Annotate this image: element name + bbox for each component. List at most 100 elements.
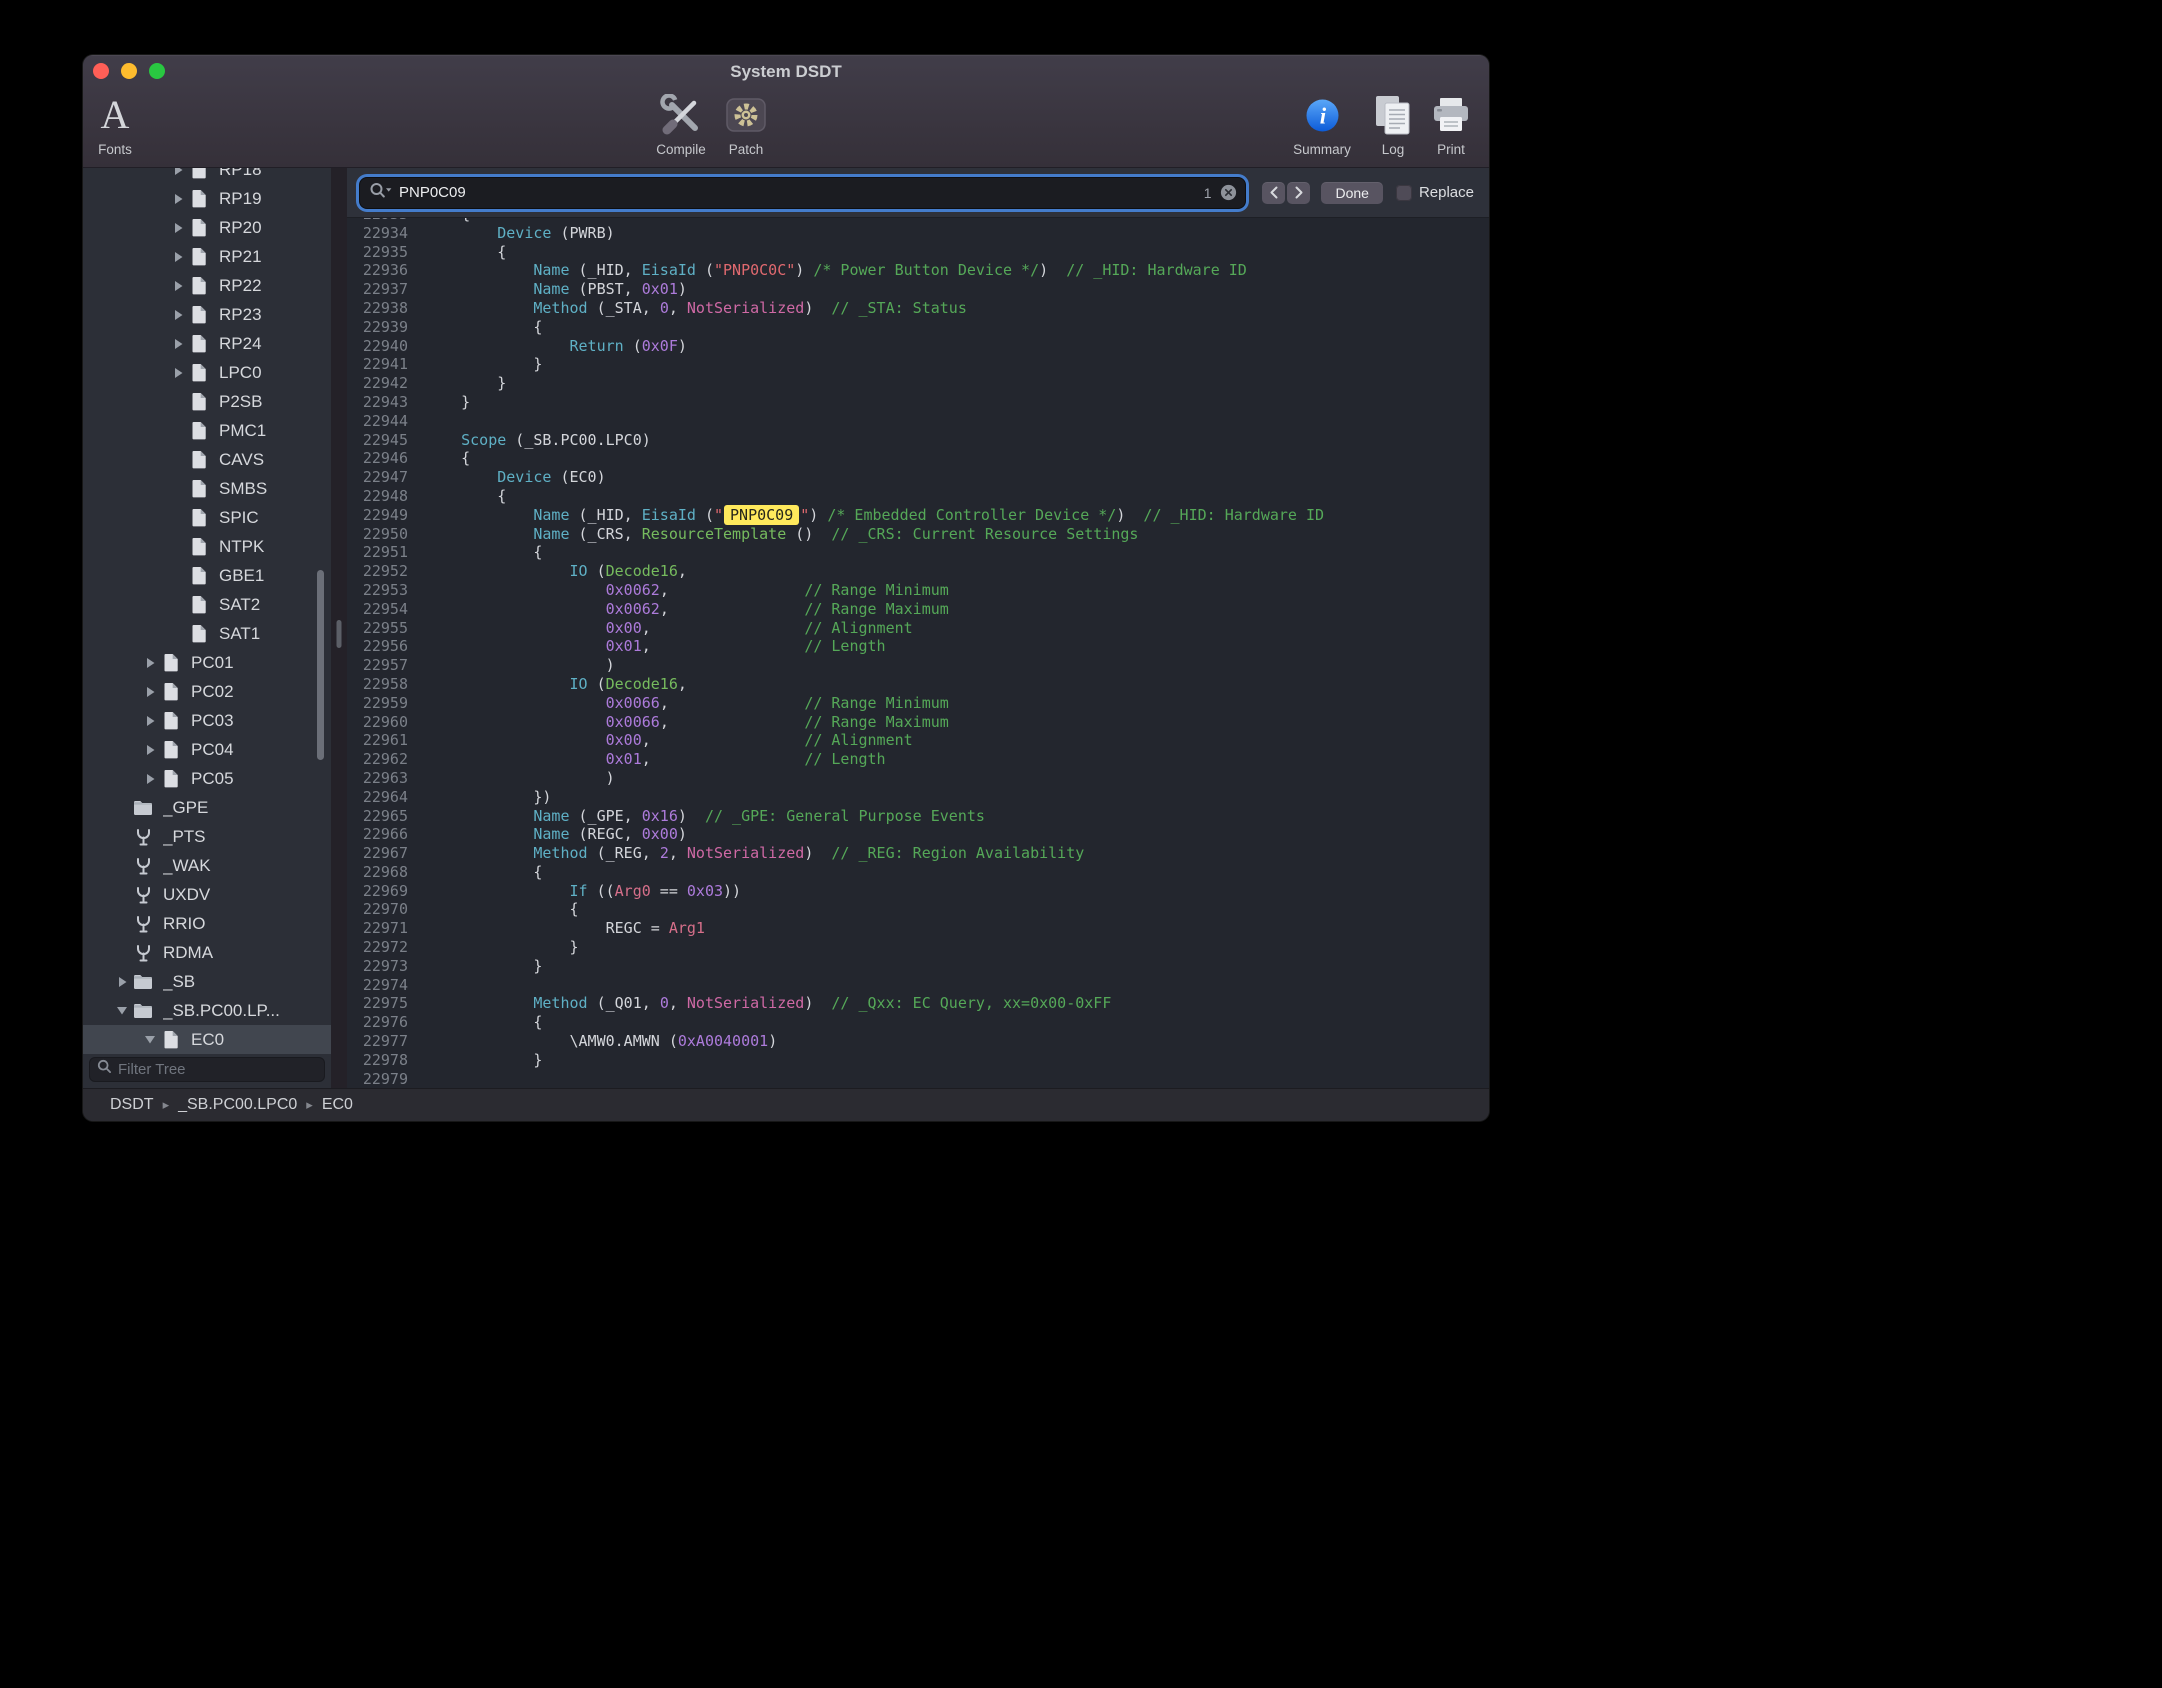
code-text: Name (_HID, EisaId ("PNP0C0C") /* Power …	[425, 261, 1247, 280]
document-icon	[188, 392, 210, 411]
splitter-grip-icon[interactable]	[337, 620, 342, 648]
main-content: RP18RP19RP20 RP21 RP22RP23RP24 LPC0 P2SBPMC1…	[83, 168, 1489, 1088]
tree-item-spic[interactable]: SPIC	[83, 503, 331, 532]
code-line: 22968 {	[347, 863, 1489, 882]
tree-item-uxdv[interactable]: UXDV	[83, 880, 331, 909]
breadcrumb-item[interactable]: DSDT	[110, 1096, 154, 1114]
disclosure-down-icon[interactable]	[112, 1006, 132, 1015]
clear-search-button[interactable]	[1220, 184, 1237, 201]
tree-item-pc02[interactable]: PC02	[83, 677, 331, 706]
tree-item-rp21[interactable]: RP21	[83, 242, 331, 271]
breadcrumb-item[interactable]: EC0	[322, 1096, 353, 1114]
disclosure-right-icon[interactable]	[140, 687, 160, 697]
minimize-button[interactable]	[121, 63, 137, 79]
code-text: {	[425, 900, 579, 919]
tree-item-rp24[interactable]: RP24	[83, 329, 331, 358]
code-text: Name (REGC, 0x00)	[425, 825, 687, 844]
tree-item-pmc1[interactable]: PMC1	[83, 416, 331, 445]
tree-item-smbs[interactable]: SMBS	[83, 474, 331, 503]
disclosure-right-icon[interactable]	[168, 194, 188, 204]
code-text: {	[425, 318, 542, 337]
disclosure-right-icon[interactable]	[168, 339, 188, 349]
search-input[interactable]	[399, 184, 1196, 201]
disclosure-right-icon[interactable]	[168, 168, 188, 175]
line-number: 22937	[347, 280, 408, 299]
close-button[interactable]	[93, 63, 109, 79]
app-window: System DSDT A Fonts Compile	[83, 55, 1489, 1121]
code-line: 22947 Device (EC0)	[347, 468, 1489, 487]
code-line: 22978 }	[347, 1051, 1489, 1070]
tree-item-gbe1[interactable]: GBE1	[83, 561, 331, 590]
tree-item-ec0[interactable]: EC0	[83, 1025, 331, 1054]
code-text: )	[425, 656, 615, 675]
tree-item-cavs[interactable]: CAVS	[83, 445, 331, 474]
tree-item-rp18[interactable]: RP18	[83, 168, 331, 184]
print-button[interactable]: Print	[1403, 89, 1489, 157]
tree-item-rrio[interactable]: RRIO	[83, 909, 331, 938]
document-icon	[188, 218, 210, 237]
fonts-button[interactable]: A Fonts	[83, 89, 163, 157]
tree-item-wak[interactable]: _WAK	[83, 851, 331, 880]
disclosure-right-icon[interactable]	[140, 658, 160, 668]
tree-item-label: RP21	[219, 247, 266, 267]
code-editor[interactable]: 22933 {22934 Device (PWRB)22935 {22936 N…	[347, 218, 1489, 1088]
code-line: 22946 {	[347, 449, 1489, 468]
tree-item-rp23[interactable]: RP23	[83, 300, 331, 329]
disclosure-right-icon[interactable]	[140, 774, 160, 784]
tree-item-lpc0[interactable]: LPC0	[83, 358, 331, 387]
titlebar[interactable]: System DSDT	[83, 55, 1489, 89]
tree-item-rp19[interactable]: RP19	[83, 184, 331, 213]
tree-item-gpe[interactable]: _GPE	[83, 793, 331, 822]
code-text: }	[425, 938, 579, 957]
search-field[interactable]: 1	[360, 178, 1245, 208]
tree-item-sat1[interactable]: SAT1	[83, 619, 331, 648]
line-number: 22958	[347, 675, 408, 694]
tree-item-pc01[interactable]: PC01	[83, 648, 331, 677]
line-number: 22947	[347, 468, 408, 487]
code-line: 22972 }	[347, 938, 1489, 957]
tree-item-p2sb[interactable]: P2SB	[83, 387, 331, 416]
line-number: 22953	[347, 581, 408, 600]
pane-splitter[interactable]	[331, 168, 347, 1088]
filter-field[interactable]	[89, 1057, 325, 1082]
code-line: 22975 Method (_Q01, 0, NotSerialized) //…	[347, 994, 1489, 1013]
disclosure-right-icon[interactable]	[168, 252, 188, 262]
tree-item-sb-pc00-lp[interactable]: _SB.PC00.LP...	[83, 996, 331, 1025]
next-match-button[interactable]	[1287, 182, 1310, 204]
code-line: 22936 Name (_HID, EisaId ("PNP0C0C") /* …	[347, 261, 1489, 280]
tree-item-sb[interactable]: _SB	[83, 967, 331, 996]
tree-item-pts[interactable]: _PTS	[83, 822, 331, 851]
zoom-button[interactable]	[149, 63, 165, 79]
tree-item-label: LPC0	[219, 363, 266, 383]
previous-match-button[interactable]	[1262, 182, 1285, 204]
code-text: Device (EC0)	[425, 468, 606, 487]
tree-item-label: PC04	[191, 740, 238, 760]
tree-item-ntpk[interactable]: NTPK	[83, 532, 331, 561]
disclosure-down-icon[interactable]	[140, 1035, 160, 1044]
disclosure-right-icon[interactable]	[140, 745, 160, 755]
code-text: 0x01, // Length	[425, 750, 886, 769]
done-button[interactable]: Done	[1321, 182, 1382, 204]
filter-tree-input[interactable]	[118, 1061, 317, 1078]
tree-item-rdma[interactable]: RDMA	[83, 938, 331, 967]
breadcrumb-item[interactable]: _SB.PC00.LPC0	[178, 1096, 297, 1114]
disclosure-right-icon[interactable]	[112, 977, 132, 987]
tree-item-pc05[interactable]: PC05	[83, 764, 331, 793]
disclosure-right-icon[interactable]	[168, 310, 188, 320]
sidebar-tree[interactable]: RP18RP19RP20 RP21 RP22RP23RP24 LPC0 P2SBPMC1…	[83, 168, 331, 1055]
tree-item-pc04[interactable]: PC04	[83, 735, 331, 764]
replace-checkbox[interactable]	[1396, 185, 1412, 201]
sidebar-scrollbar-thumb[interactable]	[317, 570, 324, 760]
tree-item-label: SAT2	[219, 595, 264, 615]
patch-button[interactable]: Patch	[698, 89, 794, 157]
code-text: }	[425, 1051, 542, 1070]
tree-item-sat2[interactable]: SAT2	[83, 590, 331, 619]
disclosure-right-icon[interactable]	[168, 368, 188, 378]
tree-item-rp20[interactable]: RP20	[83, 213, 331, 242]
tree-item-rp22[interactable]: RP22	[83, 271, 331, 300]
disclosure-right-icon[interactable]	[168, 223, 188, 233]
tree-item-label: _GPE	[163, 798, 212, 818]
disclosure-right-icon[interactable]	[168, 281, 188, 291]
tree-item-pc03[interactable]: PC03	[83, 706, 331, 735]
disclosure-right-icon[interactable]	[140, 716, 160, 726]
